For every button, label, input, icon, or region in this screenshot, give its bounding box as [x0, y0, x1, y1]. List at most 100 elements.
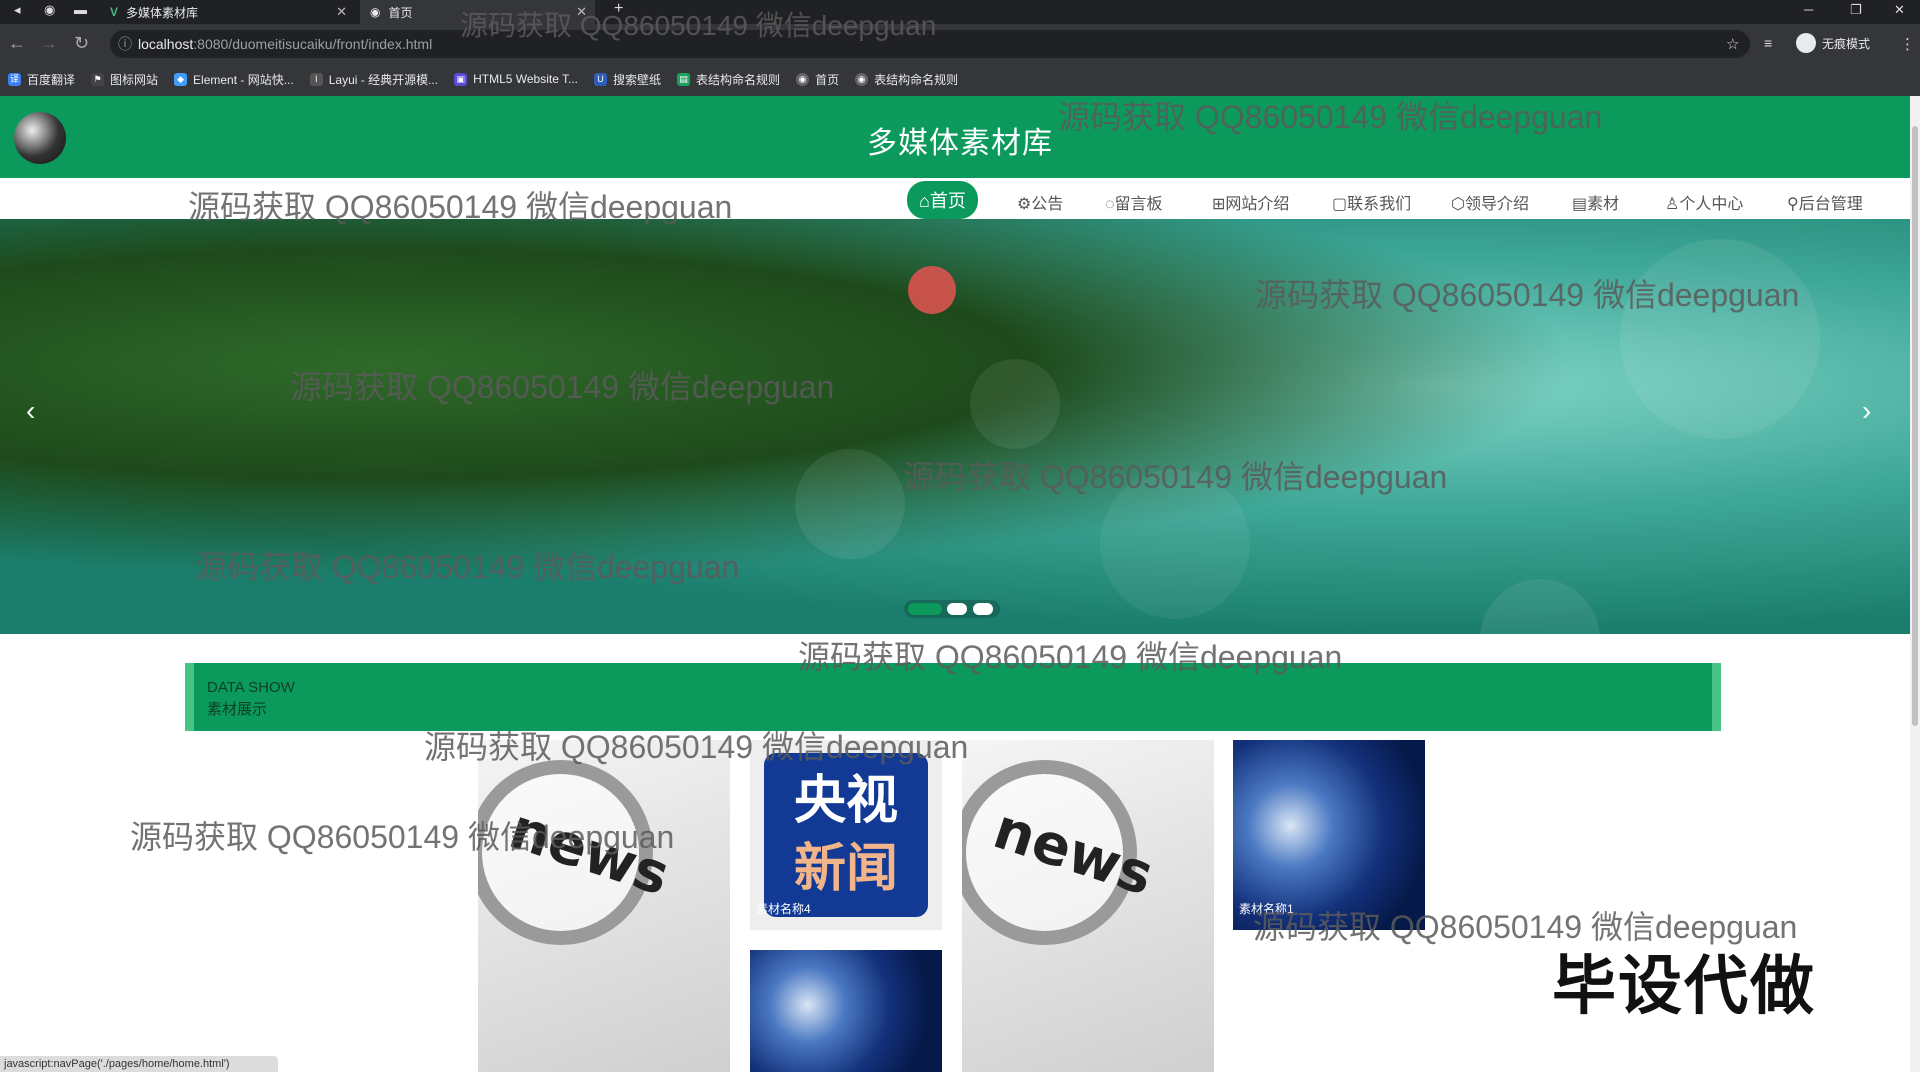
menu-icon[interactable]: ⋮	[1900, 35, 1915, 53]
material-card[interactable]: news	[962, 740, 1214, 1072]
profile-button[interactable]: 无痕模式	[1796, 33, 1870, 53]
section-title-cn: 素材展示	[207, 701, 268, 718]
watermark: 源码获取 QQ86050149 微信deepguan	[798, 639, 1343, 675]
carousel-dot-1[interactable]	[908, 603, 942, 615]
material-card[interactable]: news	[478, 740, 730, 1072]
link-icon: ⚲	[1787, 196, 1799, 213]
bookmark-label: 搜索壁纸	[613, 72, 662, 87]
bokeh-light	[1620, 239, 1820, 439]
window-icon[interactable]: ▬	[74, 2, 87, 17]
reading-list-icon[interactable]: ≡	[1764, 35, 1772, 51]
forward-icon[interactable]: →	[40, 33, 58, 54]
watermark: 源码获取 QQ86050149 微信deepguan	[290, 369, 835, 405]
bookmark-home[interactable]: ◉ 首页	[796, 71, 839, 88]
browser-globe-icon[interactable]: ◉	[44, 2, 55, 18]
wallpaper-icon: U	[594, 72, 608, 86]
bokeh-light	[1480, 579, 1600, 634]
url-path: :8080/duomeitisucaiku/front/index.html	[193, 36, 433, 52]
carousel-prev-icon[interactable]: ‹	[26, 395, 35, 427]
nav-label: 留言板	[1114, 196, 1163, 213]
nav-label: 网站介绍	[1225, 196, 1290, 213]
tab-multimedia-library[interactable]: V 多媒体素材库 ✕	[100, 0, 355, 24]
vue-icon: V	[110, 5, 119, 19]
url-host: localhost	[138, 36, 194, 52]
nav-message-board[interactable]: ◌留言板	[1105, 190, 1163, 214]
sheet-icon: ▤	[677, 72, 691, 86]
bokeh-light	[795, 449, 905, 559]
nav-site-intro[interactable]: ⊞网站介绍	[1212, 190, 1289, 214]
logo-line-2: 新闻	[793, 839, 898, 899]
nav-home[interactable]: ⌂首页	[907, 181, 978, 219]
watermark: 源码获取 QQ86050149 微信deepguan	[424, 729, 969, 765]
site-title: 多媒体素材库	[867, 127, 1053, 160]
html5-icon: ▣	[454, 72, 468, 86]
nav-label: 个人中心	[1679, 196, 1744, 213]
nav-admin[interactable]: ⚲后台管理	[1787, 190, 1863, 214]
element-icon: ◆	[174, 72, 188, 86]
info-icon: ⓘ	[118, 36, 132, 52]
star-icon[interactable]: ☆	[1726, 35, 1739, 53]
bookmark-label: Layui - 经典开源模...	[328, 72, 439, 87]
bookmark-naming-rules-2[interactable]: ◉ 表结构命名规则	[855, 71, 958, 88]
nav-profile[interactable]: ♙个人中心	[1665, 190, 1743, 214]
close-tab-icon[interactable]: ✕	[336, 4, 347, 20]
profile-label: 无痕模式	[1822, 36, 1871, 51]
watermark: 源码获取 QQ86050149 微信deepguan	[903, 459, 1448, 495]
grid-icon: ⊞	[1212, 196, 1226, 213]
carousel-dot-3[interactable]	[973, 603, 993, 615]
layui-icon: l	[309, 72, 323, 86]
flag-icon: ⚑	[91, 72, 105, 86]
nav-contact[interactable]: ▢联系我们	[1332, 190, 1411, 214]
logo-line-1: 央视	[793, 771, 898, 831]
nav-materials[interactable]: ▤素材	[1572, 190, 1619, 214]
browser-tab-bar: ◂ ◉ ▬ V 多媒体素材库 ✕ ◉ 首页 ✕ + ─ ❐ ✕	[0, 0, 1920, 24]
bookmark-icon-site[interactable]: ⚑ 图标网站	[91, 71, 158, 88]
close-window-icon[interactable]: ✕	[1894, 2, 1905, 18]
nav-label: 后台管理	[1798, 196, 1863, 213]
nav-label: 联系我们	[1347, 196, 1412, 213]
carousel-dot-2[interactable]	[947, 603, 967, 615]
nav-announcements[interactable]: ⚙公告	[1017, 190, 1063, 214]
bookmarks-bar: 译百度翻译 ⚑ 图标网站 ◆ Element - 网站快... l Layui - 经…	[0, 62, 1920, 96]
globe-icon: ◉	[855, 72, 869, 86]
bookmark-label: 首页	[815, 72, 840, 87]
bookmark-element[interactable]: ◆ Element - 网站快...	[174, 71, 294, 88]
minimize-icon[interactable]: ─	[1804, 2, 1813, 17]
restore-icon[interactable]: ❐	[1850, 2, 1862, 18]
reload-icon[interactable]: ↻	[74, 33, 89, 54]
cctv-news-logo: 央视 新闻	[764, 753, 928, 917]
material-card[interactable]	[750, 950, 942, 1072]
bookmark-baidu-translate[interactable]: 译百度翻译	[8, 71, 75, 88]
bookmark-label: Element - 网站快...	[193, 72, 294, 87]
watermark: 源码获取 QQ86050149 微信deepguan	[1058, 99, 1603, 135]
card-caption: 素材名称4	[756, 902, 811, 916]
nav-label: 素材	[1587, 196, 1620, 213]
bookmark-naming-rules[interactable]: ▤ 表结构命名规则	[677, 71, 780, 88]
click-indicator	[908, 266, 956, 314]
bookmark-label: 图标网站	[110, 72, 159, 87]
bookmark-html5[interactable]: ▣ HTML5 Website T...	[454, 72, 578, 86]
shield-icon: ⬡	[1451, 196, 1465, 213]
back-icon[interactable]: ←	[8, 33, 26, 54]
material-card[interactable]: 央视 新闻 素材名称4	[750, 740, 942, 930]
bookmark-label: 表结构命名规则	[696, 72, 781, 87]
bookmark-wallpaper[interactable]: U 搜索壁纸	[594, 71, 661, 88]
scrollbar-thumb[interactable]	[1912, 126, 1918, 726]
page-scrollbar[interactable]	[1910, 96, 1920, 1072]
promo-text: 毕设代做	[1552, 950, 1816, 1024]
nav-leaders[interactable]: ⬡领导介绍	[1451, 190, 1529, 214]
audio-icon[interactable]: ◂	[14, 2, 21, 18]
bokeh-light	[970, 359, 1060, 449]
video-icon: ▤	[1572, 196, 1588, 213]
user-icon: ♙	[1665, 196, 1680, 213]
incognito-icon	[1796, 33, 1816, 53]
contact-icon: ▢	[1332, 196, 1348, 213]
carousel-next-icon[interactable]: ›	[1862, 395, 1871, 427]
translate-icon: 译	[8, 72, 21, 86]
globe-icon: ◉	[370, 5, 381, 19]
nav-label: 公告	[1031, 196, 1064, 213]
watermark: 源码获取 QQ86050149 微信deepguan	[195, 549, 740, 585]
bookmark-label: HTML5 Website T...	[473, 72, 579, 86]
watermark: 源码获取 QQ86050149 微信deepguan	[1255, 277, 1800, 313]
bookmark-layui[interactable]: l Layui - 经典开源模...	[309, 71, 439, 88]
